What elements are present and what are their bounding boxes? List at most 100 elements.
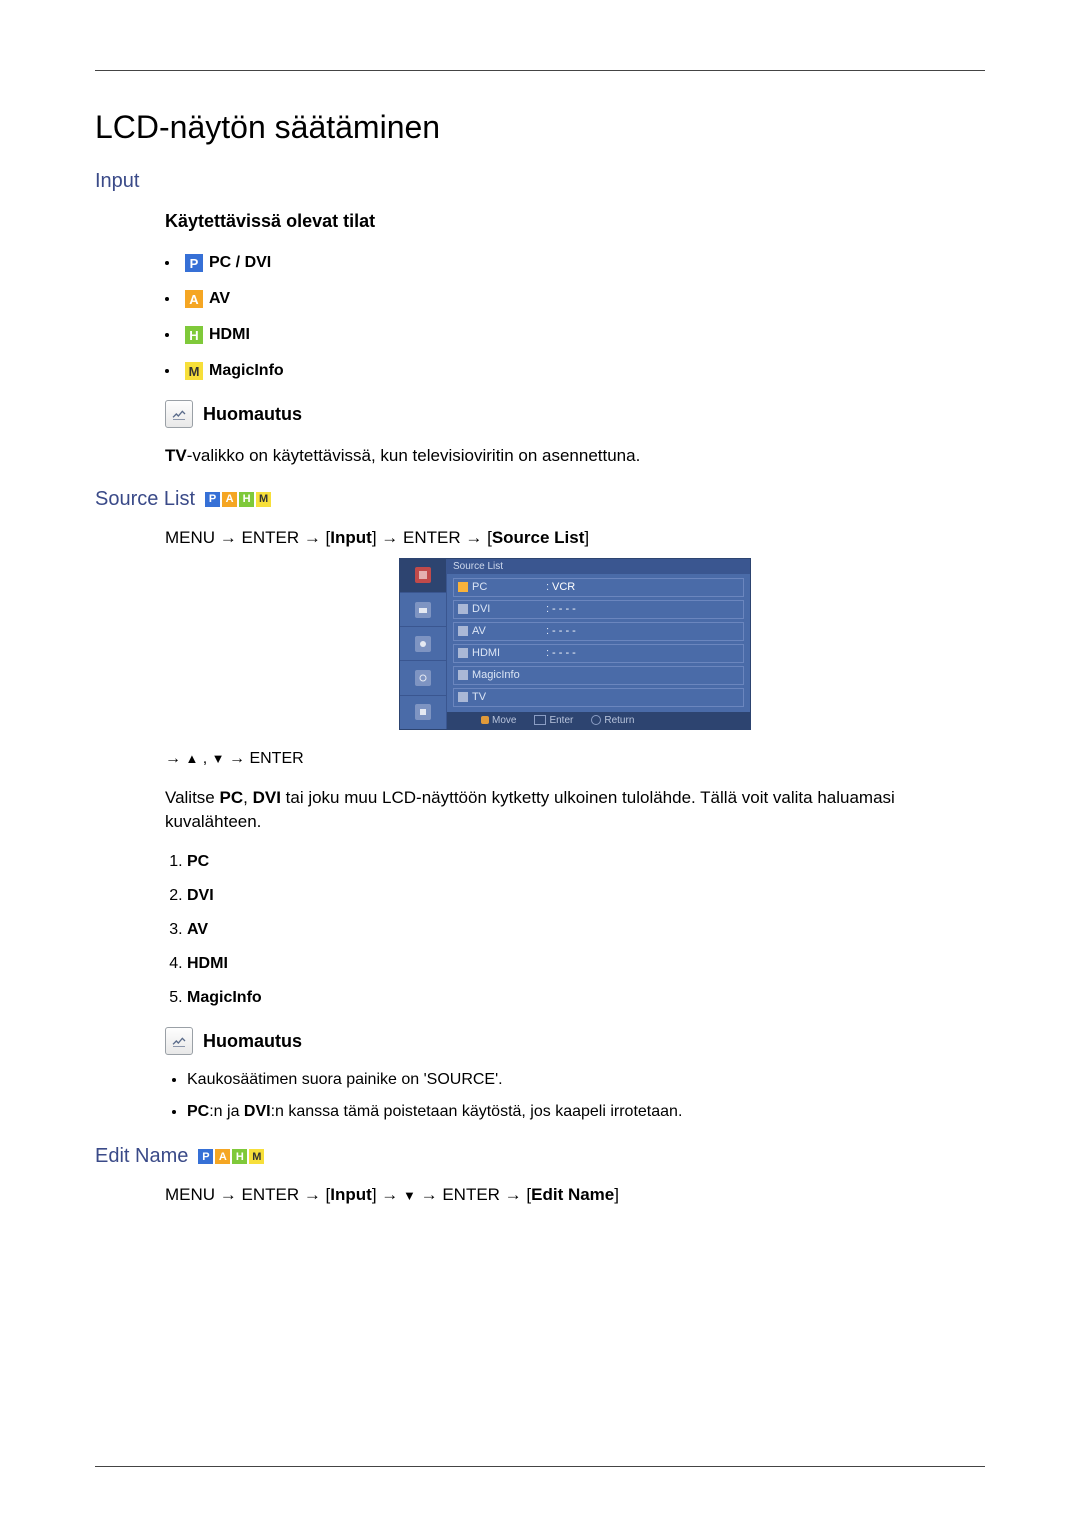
path-bold: Input (330, 1185, 372, 1204)
path-text: ] (584, 528, 589, 547)
osd-row-icon (458, 692, 468, 702)
move-icon (481, 716, 489, 724)
path-text: ] → ENTER → [ (372, 528, 492, 547)
desc-bold: PC (220, 788, 244, 807)
source-numlist: PC DVI AV HDMI MagicInfo (165, 853, 985, 1007)
osd-row-label: DVI (472, 603, 542, 615)
osd-row: TV (453, 688, 744, 707)
a-icon: A (222, 492, 237, 507)
modes-list: P PC / DVI A AV H HDMI M MagicInfo (165, 254, 985, 380)
section-editname: Edit Name (95, 1145, 188, 1168)
bullet-item: PC:n ja DVI:n kanssa tämä poistetaan käy… (187, 1103, 985, 1121)
path-bold: Source List (492, 528, 585, 547)
up-triangle-icon: ▲ (185, 751, 198, 766)
numlist-item: HDMI (187, 955, 985, 973)
h-icon: H (232, 1149, 247, 1164)
bullet-bold: PC (187, 1103, 209, 1120)
note-label: Huomautus (203, 404, 302, 425)
mode-av: A AV (165, 290, 985, 308)
path-text: MENU → ENTER → [ (165, 1185, 330, 1204)
down-triangle-icon: ▼ (403, 1188, 416, 1203)
note-icon (165, 400, 193, 428)
bullet-text: :n ja (209, 1103, 244, 1120)
mode-hdmi: H HDMI (165, 326, 985, 344)
note-row: Huomautus (165, 1027, 985, 1055)
section-input: Input (95, 170, 985, 193)
nav-text: , (198, 750, 211, 767)
section-sourcelist: Source List (95, 488, 195, 511)
mode-label: PC / DVI (209, 254, 271, 272)
mode-label: HDMI (209, 326, 250, 344)
h-icon: H (239, 492, 254, 507)
enter-icon (534, 715, 546, 725)
osd-row: PC:VCR (453, 578, 744, 597)
mode-pc-dvi: P PC / DVI (165, 254, 985, 272)
mode-badges: P A H M (198, 1149, 264, 1164)
osd-row-icon (458, 648, 468, 658)
return-icon (591, 715, 601, 725)
page-title: LCD-näytön säätäminen (95, 109, 985, 146)
a-icon: A (185, 290, 203, 308)
osd-footer-return: Return (604, 715, 634, 726)
m-icon: M (249, 1149, 264, 1164)
bullet-bold: DVI (244, 1103, 271, 1120)
bullet-icon (165, 297, 169, 301)
path-text: ] (614, 1185, 619, 1204)
tv-note-rest: -valikko on käytettävissä, kun televisio… (187, 446, 641, 465)
numlist-item: AV (187, 921, 985, 939)
osd-row-icon (458, 626, 468, 636)
path-text: → ENTER → [ (416, 1185, 531, 1204)
osd-row-label: MagicInfo (472, 669, 542, 681)
osd-row-label: HDMI (472, 647, 542, 659)
note-row: Huomautus (165, 400, 985, 428)
mode-label: AV (209, 290, 230, 308)
m-icon: M (256, 492, 271, 507)
osd-row-value: - - - - (552, 603, 739, 615)
note-label: Huomautus (203, 1031, 302, 1052)
editname-path: MENU → ENTER → [Input] → ▼ → ENTER → [Ed… (165, 1185, 985, 1205)
bullet-item: Kaukosäätimen suora painike on 'SOURCE'. (187, 1071, 985, 1089)
h-icon: H (185, 326, 203, 344)
desc-text: Valitse (165, 788, 220, 807)
mode-label: MagicInfo (209, 362, 284, 380)
osd-side-icon (415, 567, 431, 583)
mode-badges: P A H M (205, 492, 271, 507)
bullet-text: :n kanssa tämä poistetaan käytöstä, jos … (271, 1103, 683, 1120)
p-icon: P (198, 1149, 213, 1164)
numlist-item: PC (187, 853, 985, 871)
osd-side-icon (415, 636, 431, 652)
p-icon: P (205, 492, 220, 507)
osd-screenshot: Source List PC:VCRDVI:- - - -AV:- - - -H… (399, 558, 751, 730)
osd-side-icon (415, 602, 431, 618)
osd-row: MagicInfo (453, 666, 744, 685)
path-bold: Input (330, 528, 372, 547)
osd-row-label: PC (472, 581, 542, 593)
path-text: MENU → ENTER → [ (165, 528, 330, 547)
osd-footer-enter: Enter (549, 715, 573, 726)
nav-hint: → ▲ , ▼ → ENTER (165, 750, 985, 768)
note-icon (165, 1027, 193, 1055)
tv-note: TV-valikko on käytettävissä, kun televis… (165, 444, 985, 468)
tv-bold: TV (165, 446, 187, 465)
osd-row-icon (458, 670, 468, 680)
osd-row-icon (458, 582, 468, 592)
osd-row-value: - - - - (552, 647, 739, 659)
numlist-item: MagicInfo (187, 989, 985, 1007)
note-bullets: Kaukosäätimen suora painike on 'SOURCE'.… (165, 1071, 985, 1121)
numlist-item: DVI (187, 887, 985, 905)
osd-row: DVI:- - - - (453, 600, 744, 619)
osd-title: Source List (447, 559, 750, 574)
sourcelist-path: MENU → ENTER → [Input] → ENTER → [Source… (165, 528, 985, 548)
sourcelist-desc: Valitse PC, DVI tai joku muu LCD-näyttöö… (165, 786, 985, 834)
bullet-icon (165, 369, 169, 373)
bullet-icon (165, 333, 169, 337)
mode-magicinfo: M MagicInfo (165, 362, 985, 380)
osd-side-icon (415, 670, 431, 686)
path-text: ] → (372, 1185, 403, 1204)
bullet-icon (165, 261, 169, 265)
osd-side-icon (415, 704, 431, 720)
a-icon: A (215, 1149, 230, 1164)
m-icon: M (185, 362, 203, 380)
osd-row-icon (458, 604, 468, 614)
nav-text: → ENTER (225, 750, 304, 767)
